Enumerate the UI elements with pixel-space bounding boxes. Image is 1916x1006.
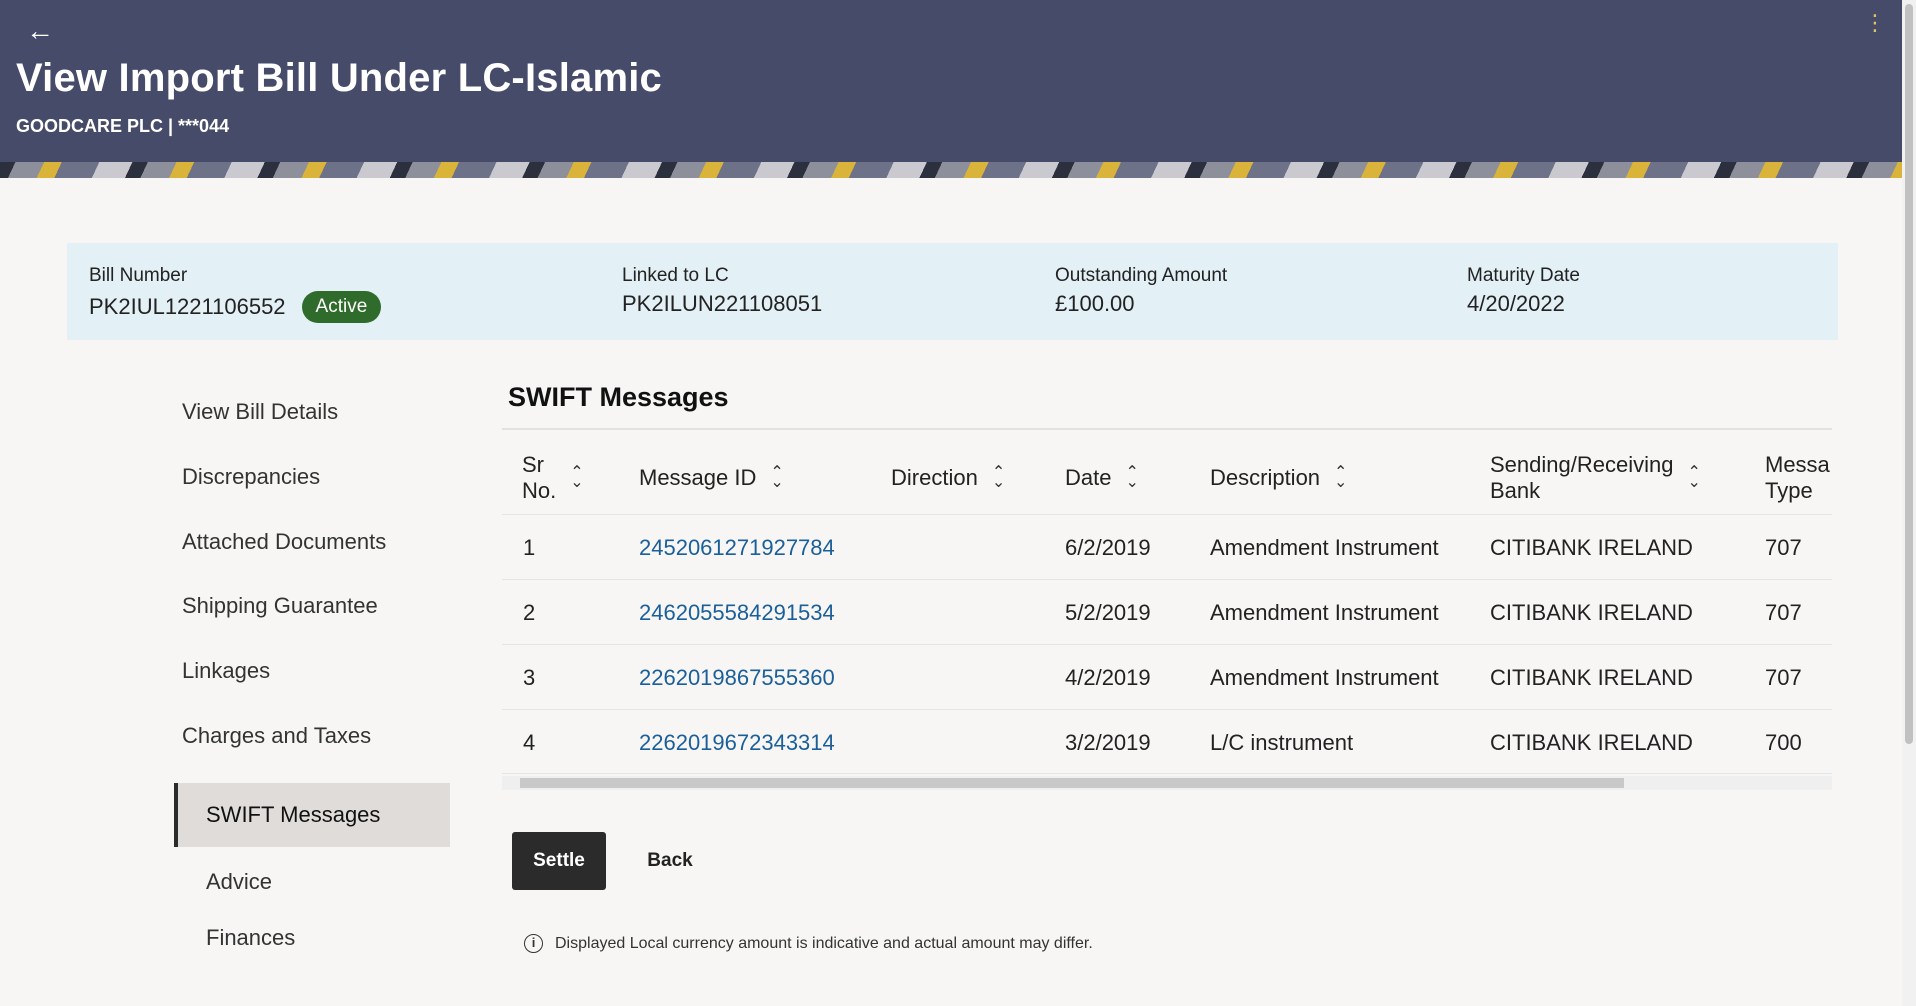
table-row: 4 2262019672343314 3/2/2019 L/C instrume… xyxy=(502,709,1832,774)
cell-message-type: 707 xyxy=(1765,600,1802,625)
outstanding-amount-value: £100.00 xyxy=(1055,291,1135,316)
cell-message-type: 700 xyxy=(1765,730,1802,755)
cell-description: Amendment Instrument xyxy=(1210,535,1439,560)
info-icon: i xyxy=(524,934,543,953)
nav-item-finances[interactable]: Finances xyxy=(174,918,450,958)
nav-item-swift-messages[interactable]: SWIFT Messages xyxy=(174,783,450,847)
nav-item-discrepancies[interactable]: Discrepancies xyxy=(174,457,450,497)
cell-message-type: 707 xyxy=(1765,665,1802,690)
outstanding-amount-block: Outstanding Amount £100.00 xyxy=(1055,265,1227,317)
column-header-label: Bank xyxy=(1490,478,1541,503)
cell-bank: CITIBANK IRELAND xyxy=(1490,600,1693,625)
column-header-label: Type xyxy=(1765,478,1813,503)
linked-lc-label: Linked to LC xyxy=(622,265,729,286)
kebab-menu-icon[interactable]: ⋮ xyxy=(1864,10,1886,36)
nav-item-shipping-guarantee[interactable]: Shipping Guarantee xyxy=(174,586,450,626)
status-badge: Active xyxy=(301,291,382,323)
table-row: 1 2452061271927784 6/2/2019 Amendment In… xyxy=(502,514,1832,579)
column-header-label: No. xyxy=(522,478,557,503)
bill-number-label: Bill Number xyxy=(89,265,188,286)
column-header-sr-no[interactable]: Sr No. ⌃ ⌄ xyxy=(522,452,584,504)
cell-description: Amendment Instrument xyxy=(1210,665,1439,690)
nav-item-advice[interactable]: Advice xyxy=(174,862,450,902)
column-header-label: Messa xyxy=(1765,452,1830,477)
cell-date: 5/2/2019 xyxy=(1065,600,1151,625)
nav-item-view-bill-details[interactable]: View Bill Details xyxy=(174,392,450,432)
column-header-label: Direction xyxy=(891,465,978,490)
message-id-link[interactable]: 2462055584291534 xyxy=(639,600,835,626)
nav-item-charges-and-taxes[interactable]: Charges and Taxes xyxy=(174,716,450,756)
bill-number-block: Bill Number PK2IUL1221106552 Active xyxy=(89,265,382,323)
cell-description: Amendment Instrument xyxy=(1210,600,1439,625)
table-row: 2 2462055584291534 5/2/2019 Amendment In… xyxy=(502,579,1832,644)
maturity-date-block: Maturity Date 4/20/2022 xyxy=(1467,265,1580,317)
column-header-sending-receiving-bank[interactable]: Sending/Receiving Bank ⌃ ⌄ xyxy=(1490,452,1701,504)
column-header-label: Description xyxy=(1210,465,1321,490)
column-header-label: Message ID xyxy=(639,465,757,490)
cell-date: 6/2/2019 xyxy=(1065,535,1151,560)
cell-sr-no: 1 xyxy=(523,535,536,560)
maturity-date-value: 4/20/2022 xyxy=(1467,291,1565,316)
cell-date: 3/2/2019 xyxy=(1065,730,1151,755)
linked-lc-block: Linked to LC PK2ILUN221108051 xyxy=(622,265,822,317)
column-header-message-id[interactable]: Message ID ⌃ ⌄ xyxy=(639,465,784,491)
page-subtitle: GOODCARE PLC | ***044 xyxy=(16,116,230,136)
outstanding-amount-label: Outstanding Amount xyxy=(1055,265,1228,286)
sort-icon[interactable]: ⌃ ⌄ xyxy=(1125,465,1138,491)
cell-bank: CITIBANK IRELAND xyxy=(1490,665,1693,690)
cell-sr-no: 4 xyxy=(523,730,536,755)
linked-lc-value: PK2ILUN221108051 xyxy=(622,291,823,316)
header-decorative-band xyxy=(0,162,1902,178)
horizontal-scrollbar[interactable] xyxy=(502,776,1832,790)
column-header-message-type[interactable]: Messa Type xyxy=(1765,452,1830,504)
disclaimer-note: i Displayed Local currency amount is ind… xyxy=(524,934,1093,953)
column-header-label: Sr xyxy=(522,452,544,477)
table-divider xyxy=(502,428,1832,430)
back-arrow-icon[interactable]: ← xyxy=(26,16,56,46)
column-header-description[interactable]: Description ⌃ ⌄ xyxy=(1210,465,1347,491)
cell-description: L/C instrument xyxy=(1210,730,1354,755)
page-header: ← ⋮ View Import Bill Under LC-Islamic GO… xyxy=(0,0,1902,178)
column-header-direction[interactable]: Direction ⌃ ⌄ xyxy=(891,465,1005,491)
cell-message-type: 707 xyxy=(1765,535,1802,560)
cell-sr-no: 3 xyxy=(523,665,536,690)
page-title: View Import Bill Under LC-Islamic xyxy=(16,56,662,100)
nav-item-attached-documents[interactable]: Attached Documents xyxy=(174,522,450,562)
vertical-scrollbar[interactable] xyxy=(1902,0,1916,1006)
message-id-link[interactable]: 2262019867555360 xyxy=(639,665,835,691)
sort-icon[interactable]: ⌃ ⌄ xyxy=(1334,465,1347,491)
bill-summary: Bill Number PK2IUL1221106552 Active Link… xyxy=(67,243,1838,340)
sort-icon[interactable]: ⌃ ⌄ xyxy=(570,465,583,491)
sort-icon[interactable]: ⌃ ⌄ xyxy=(770,465,783,491)
scrollbar-thumb[interactable] xyxy=(1905,4,1913,744)
message-id-link[interactable]: 2262019672343314 xyxy=(639,730,835,756)
column-header-label: Date xyxy=(1065,465,1112,490)
scrollbar-thumb[interactable] xyxy=(520,778,1624,788)
table-row: 3 2262019867555360 4/2/2019 Amendment In… xyxy=(502,644,1832,709)
cell-sr-no: 2 xyxy=(523,600,536,625)
column-header-date[interactable]: Date ⌃ ⌄ xyxy=(1065,465,1139,491)
settle-button[interactable]: Settle xyxy=(512,832,606,890)
nav-item-linkages[interactable]: Linkages xyxy=(174,651,450,691)
cell-date: 4/2/2019 xyxy=(1065,665,1151,690)
maturity-date-label: Maturity Date xyxy=(1467,265,1580,286)
column-header-label: Sending/Receiving xyxy=(1490,452,1674,477)
sort-icon[interactable]: ⌃ ⌄ xyxy=(992,465,1005,491)
message-id-link[interactable]: 2452061271927784 xyxy=(639,535,835,561)
disclaimer-text: Displayed Local currency amount is indic… xyxy=(555,934,1093,952)
cell-bank: CITIBANK IRELAND xyxy=(1490,730,1693,755)
section-title: SWIFT Messages xyxy=(508,382,729,412)
bill-number-value: PK2IUL1221106552 xyxy=(89,294,286,319)
back-button[interactable]: Back xyxy=(630,832,710,890)
cell-bank: CITIBANK IRELAND xyxy=(1490,535,1693,560)
sort-icon[interactable]: ⌃ ⌄ xyxy=(1687,465,1700,491)
swift-messages-table: Sr No. ⌃ ⌄ Message ID ⌃ ⌄ Direction ⌃ ⌄ Date… xyxy=(502,428,1832,790)
